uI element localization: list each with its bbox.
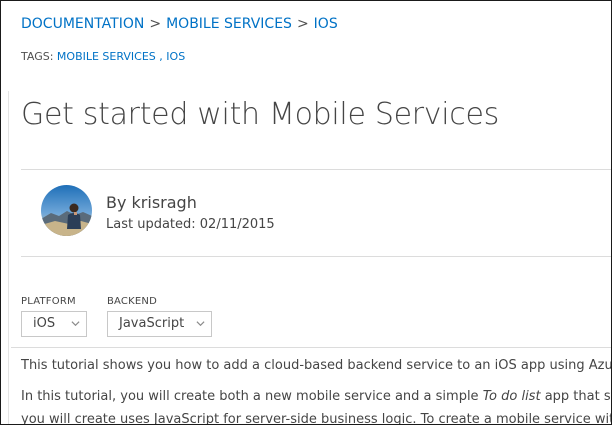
tag-mobile-services[interactable]: MOBILE SERVICES bbox=[57, 50, 156, 63]
breadcrumb: DOCUMENTATION > MOBILE SERVICES > IOS bbox=[21, 16, 338, 32]
tutorial-paragraph: In this tutorial, you will create both a… bbox=[21, 389, 611, 404]
backend-label: BACKEND bbox=[107, 296, 157, 307]
tags-row: TAGS: MOBILE SERVICES , IOS bbox=[21, 50, 185, 63]
backend-select[interactable]: JavaScript bbox=[107, 311, 212, 337]
tutorial-paragraph-continued: you will create uses JavaScript for serv… bbox=[21, 412, 612, 425]
last-updated: Last updated: 02/11/2015 bbox=[106, 217, 275, 232]
tag-separator: , bbox=[159, 50, 163, 63]
divider bbox=[11, 347, 611, 348]
breadcrumb-documentation[interactable]: DOCUMENTATION bbox=[21, 16, 144, 32]
left-rule bbox=[8, 91, 9, 424]
backend-value: JavaScript bbox=[119, 316, 185, 331]
divider bbox=[21, 256, 611, 257]
breadcrumb-mobile-services[interactable]: MOBILE SERVICES bbox=[166, 16, 292, 32]
author-name: By krisragh bbox=[106, 193, 197, 212]
tags-label: TAGS: bbox=[21, 50, 54, 63]
avatar[interactable] bbox=[41, 185, 92, 236]
author-photo bbox=[41, 185, 92, 236]
platform-select[interactable]: iOS bbox=[21, 311, 87, 337]
tutorial-text-end: app that stores bbox=[544, 389, 611, 404]
tag-ios[interactable]: IOS bbox=[166, 50, 185, 63]
breadcrumb-ios[interactable]: IOS bbox=[314, 16, 338, 32]
platform-value: iOS bbox=[33, 316, 56, 331]
breadcrumb-separator: > bbox=[296, 16, 309, 32]
divider bbox=[21, 169, 611, 170]
intro-paragraph: This tutorial shows you how to add a clo… bbox=[21, 358, 612, 373]
chevron-down-icon bbox=[196, 321, 205, 327]
page-frame: DOCUMENTATION > MOBILE SERVICES > IOS TAGS: … bbox=[0, 0, 612, 425]
todo-list-emphasis: To do list bbox=[482, 389, 541, 404]
chevron-down-icon bbox=[71, 321, 80, 327]
breadcrumb-separator: > bbox=[149, 16, 162, 32]
page-title: Get started with Mobile Services bbox=[21, 97, 499, 132]
tutorial-text-start: In this tutorial, you will create both a… bbox=[21, 389, 483, 404]
platform-label: PLATFORM bbox=[21, 296, 76, 307]
